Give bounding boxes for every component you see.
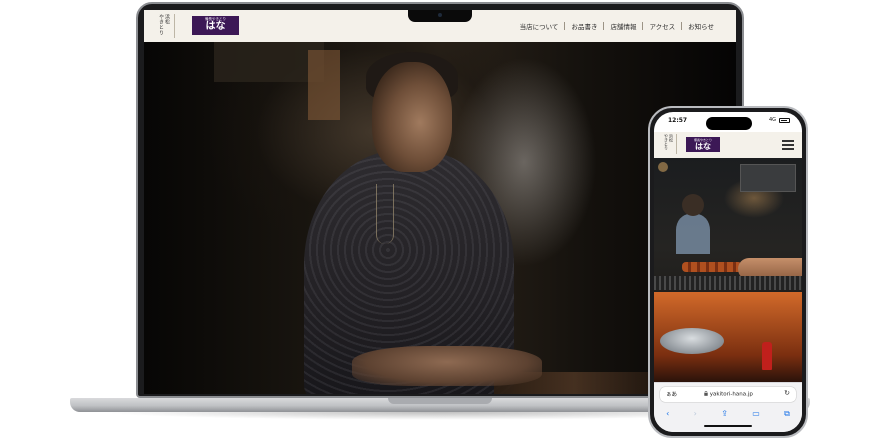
hero-chef-face [372,62,452,172]
mobile-site-header: やきとり 浜松 備長やきとり はな [654,132,802,158]
mobile-hero-lamp [658,162,668,172]
mobile-hero-grill [654,276,802,290]
hero-necklace [376,184,394,244]
mobile-hero-bottle [762,342,772,370]
phone-screen: 12:57 4G やきとり 浜松 備長やきとり はな ぁあ yakitori-h… [654,112,802,432]
hamburger-menu-icon[interactable] [782,140,794,150]
back-icon[interactable]: ‹ [666,409,669,419]
mobile-brand-area-text: やきとり [664,134,669,150]
status-time: 12:57 [668,117,688,124]
mobile-hero-person-head [682,194,704,216]
mobile-hero-skewers [682,262,742,272]
home-indicator [704,425,752,427]
laptop-opening-groove [388,398,492,404]
nav-item-menu[interactable]: お品書き [565,21,603,31]
bookmarks-icon[interactable]: ▭ [752,409,760,419]
lock-icon [704,390,708,396]
main-nav: 当店について お品書き 店舗情報 アクセス お知らせ [514,21,720,31]
reader-text-size-button[interactable]: ぁあ [666,390,677,398]
nav-item-news[interactable]: お知らせ [682,21,720,31]
brand-city-text: 浜松 [164,14,170,25]
battery-icon [779,117,790,123]
brand-vertical-text: やきとり 浜松 [158,14,175,38]
camera-icon [438,13,442,17]
tabs-icon[interactable]: ⧉ [784,409,790,419]
laptop-notch [408,10,472,22]
hero-poster [308,50,340,120]
mobile-hero-pot [660,328,724,354]
reload-icon[interactable]: ↻ [784,389,790,397]
mobile-brand-city-text: 浜松 [669,134,674,142]
forward-icon[interactable]: › [694,409,697,419]
share-icon[interactable]: ⇪ [721,409,728,419]
network-label: 4G [768,117,776,123]
mobile-hero-person-body [676,214,710,254]
brand-area-text: やきとり [158,14,164,36]
mobile-logo-name: はな [695,141,711,151]
site-logo[interactable]: 備長やきとり はな [192,16,239,35]
mobile-brand-vertical-text: やきとり 浜松 [664,134,677,154]
nav-item-about[interactable]: 当店について [514,21,565,31]
hero-chef-hands [352,346,542,386]
logo-name: はな [205,21,226,32]
mobile-site-logo[interactable]: 備長やきとり はな [686,137,720,152]
safari-toolbar: ‹ › ⇪ ▭ ⧉ [654,409,802,419]
url-value: yakitori-hana.jp [709,391,753,397]
mobile-hero-image-grill [654,158,802,382]
nav-item-access[interactable]: アクセス [643,21,681,31]
url-text: yakitori-hana.jp [704,390,753,397]
address-bar[interactable]: ぁあ yakitori-hana.jp ↻ [660,387,796,402]
safari-bottom-bar: ぁあ yakitori-hana.jp ↻ ‹ › ⇪ ▭ ⧉ [654,382,802,432]
mobile-hero-shelf [740,164,796,192]
nav-item-store-info[interactable]: 店舗情報 [604,21,642,31]
dynamic-island [706,117,752,130]
status-indicators: 4G [769,117,790,123]
